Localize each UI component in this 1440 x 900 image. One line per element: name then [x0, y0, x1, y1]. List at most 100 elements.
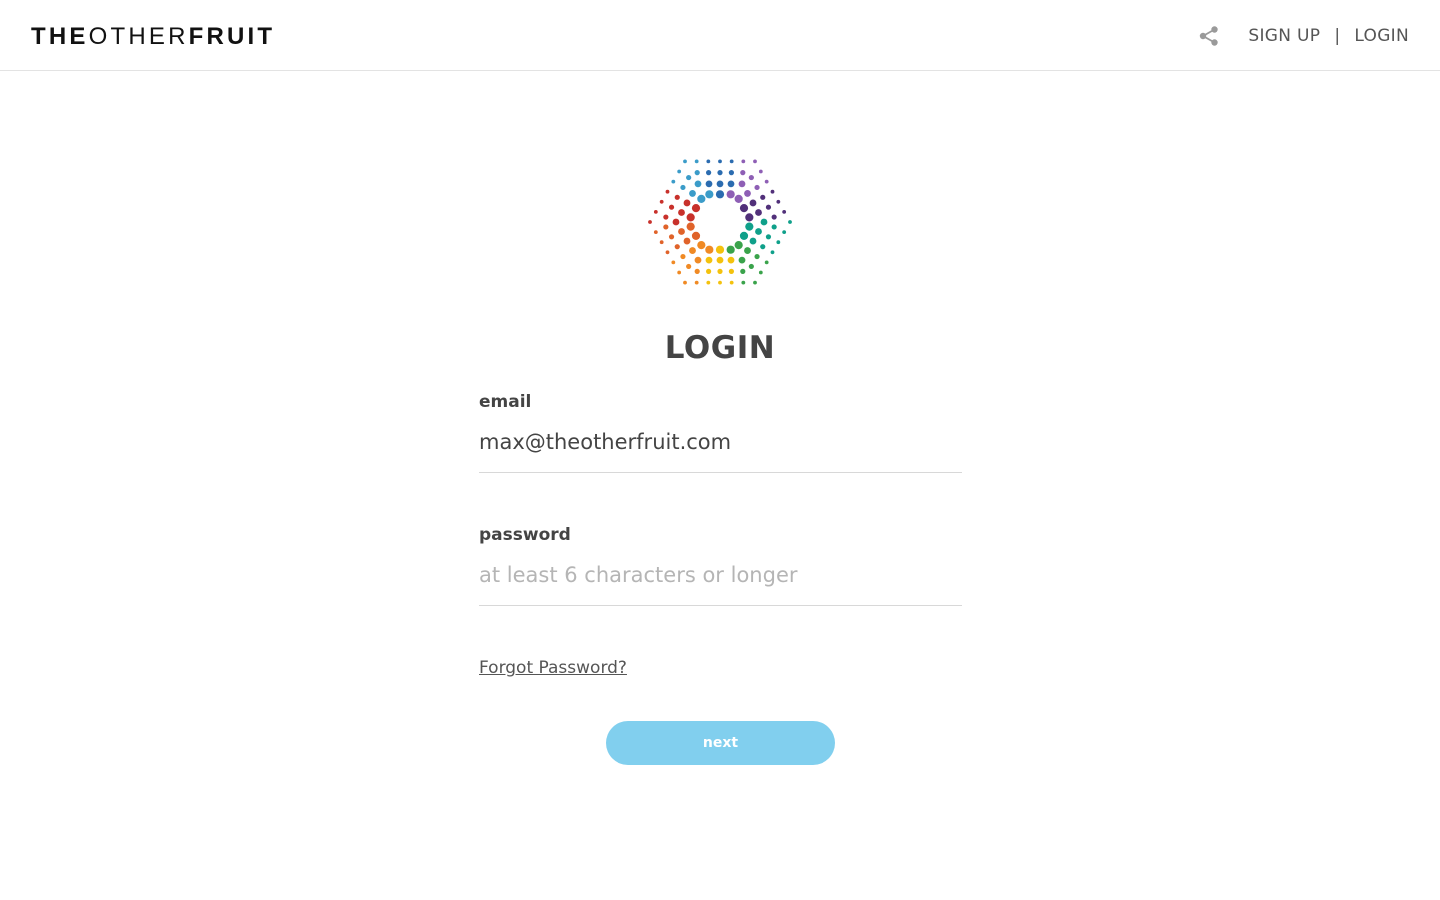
logo-dot — [683, 280, 687, 285]
logo-dot — [674, 194, 680, 200]
logo-dot — [671, 260, 676, 265]
logo-dot — [748, 263, 754, 270]
signup-link[interactable]: SIGN UP — [1248, 26, 1320, 46]
logo-dot — [776, 199, 781, 204]
logo-dot — [697, 240, 706, 250]
logo-dot — [727, 256, 735, 264]
logo-dot — [694, 268, 700, 274]
logo-dot — [691, 231, 701, 240]
logo-dot — [764, 179, 769, 184]
brand-part-fruit: FRUIT — [188, 23, 276, 50]
logo-dot — [705, 256, 713, 264]
logo-dot — [680, 184, 686, 191]
logo-dot — [758, 270, 763, 275]
logo-dot — [706, 280, 711, 285]
logo-dot — [758, 169, 763, 174]
logo-dot — [765, 204, 772, 210]
logo-dot — [668, 204, 675, 210]
logo-dot — [739, 231, 749, 240]
logo-dot — [727, 180, 735, 188]
logo-dot — [683, 199, 691, 207]
email-input[interactable] — [479, 416, 962, 473]
logo-dot — [686, 222, 695, 231]
logo-dot — [734, 194, 743, 204]
logo-dot — [753, 159, 757, 164]
password-label: password — [479, 525, 571, 545]
logo-dot — [749, 237, 757, 245]
logo-dot — [718, 280, 722, 285]
logo-dot — [753, 280, 757, 285]
logo-dot — [705, 245, 714, 254]
dotted-hexagon-logo — [648, 159, 792, 285]
logo-dot — [671, 179, 676, 184]
logo-dot — [653, 230, 658, 234]
logo-dot — [734, 240, 743, 250]
logo-dot — [706, 170, 712, 176]
brand-logo[interactable]: THEOTHERFRUIT — [31, 23, 275, 51]
logo-dot — [716, 256, 724, 264]
logo-dot — [755, 209, 762, 216]
logo-dot — [726, 245, 735, 254]
logo-dot — [665, 189, 670, 194]
logo-dot — [680, 253, 686, 260]
logo-dot — [694, 180, 702, 188]
logo-dot — [694, 159, 699, 164]
logo-dot — [663, 224, 669, 230]
logo-dot — [706, 268, 712, 274]
logo-dot — [694, 170, 700, 176]
brand-part-other: OTHER — [88, 23, 189, 50]
login-link[interactable]: LOGIN — [1354, 26, 1409, 46]
logo-dot — [782, 210, 787, 214]
logo-dot — [755, 228, 762, 235]
logo-dot — [668, 234, 675, 240]
logo-dot — [718, 159, 722, 164]
logo-dot — [729, 159, 734, 164]
logo-dot — [726, 190, 735, 199]
logo-dot — [697, 194, 706, 204]
logo-dot — [764, 260, 769, 265]
logo-dot — [776, 240, 781, 245]
top-navigation-bar: THEOTHERFRUIT SIGN UP | LOGIN — [0, 0, 1440, 71]
logo-dot — [771, 214, 777, 220]
email-field-group: email — [479, 392, 962, 473]
logo-dot — [744, 247, 751, 254]
logo-dot — [728, 268, 734, 274]
logo-dot — [689, 190, 696, 197]
logo-dot — [705, 190, 714, 199]
logo-dot — [716, 180, 724, 188]
forgot-password-link[interactable]: Forgot Password? — [479, 658, 627, 678]
logo-dot — [738, 180, 746, 188]
logo-dot — [788, 220, 792, 224]
logo-dot — [770, 250, 775, 255]
logo-dot — [717, 268, 723, 274]
password-input[interactable] — [479, 549, 962, 606]
logo-dot — [782, 230, 787, 234]
logo-dot — [715, 190, 725, 199]
logo-dot — [659, 240, 664, 245]
logo-dot — [741, 159, 746, 164]
logo-dot — [715, 245, 725, 254]
logo-dot — [745, 222, 754, 231]
logo-dot — [659, 199, 664, 204]
logo-dot — [665, 250, 670, 255]
logo-dot — [706, 159, 711, 164]
logo-dot — [729, 280, 734, 285]
logo-dot — [745, 213, 754, 222]
logo-dot — [674, 244, 680, 250]
logo-dot — [728, 170, 734, 176]
logo-dot — [760, 194, 766, 200]
share-icon[interactable] — [1198, 25, 1220, 47]
logo-dot — [678, 228, 685, 235]
logo-dot — [686, 263, 692, 270]
logo-dot — [683, 237, 691, 245]
logo-dot — [705, 180, 713, 188]
logo-dot — [663, 214, 669, 220]
logo-dot — [689, 247, 696, 254]
logo-dot — [677, 270, 682, 275]
next-button[interactable]: next — [606, 721, 835, 765]
logo-dot — [754, 253, 760, 260]
logo-dot — [744, 190, 751, 197]
logo-dot — [765, 234, 772, 240]
logo-dot — [760, 218, 768, 226]
logo-dot — [653, 210, 658, 214]
